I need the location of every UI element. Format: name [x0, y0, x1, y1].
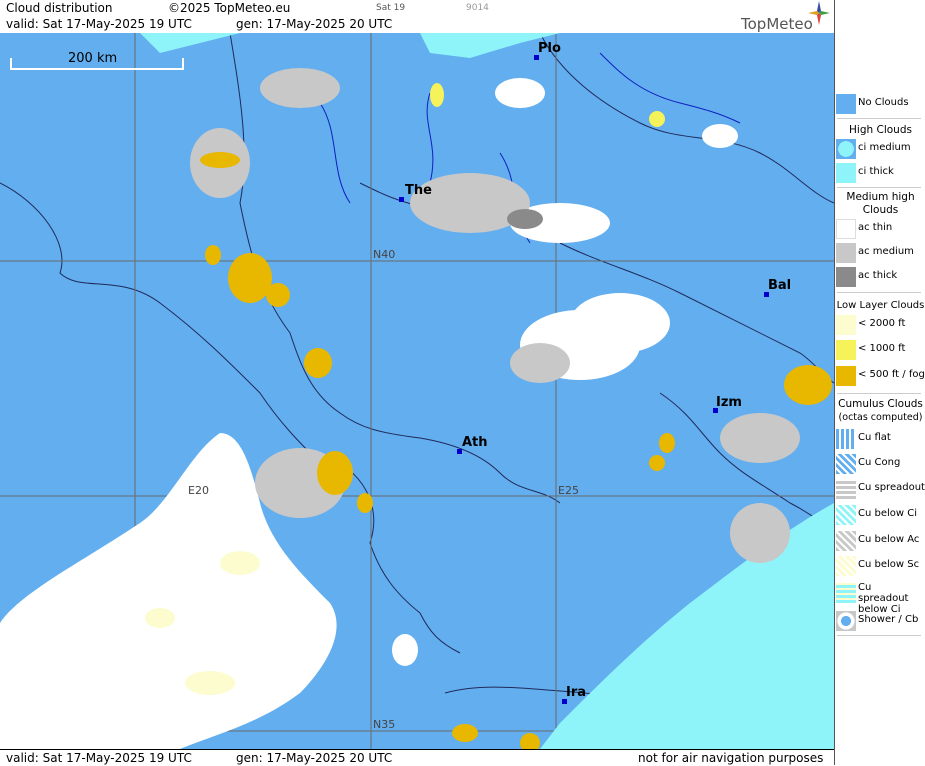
legend-cu-below-ci-label: Cu below Ci [858, 508, 918, 519]
legend-cumulus-heading: Cumulus Clouds [838, 398, 923, 410]
legend-divider [837, 393, 921, 394]
legend-medium-high-heading: Medium high Clouds [846, 191, 915, 216]
swatch-cu-spreadout-below-ci [836, 583, 856, 603]
grid-label-n35: N35 [373, 718, 396, 731]
legend-cu-below-ac: Cu below Ac [835, 530, 925, 552]
swatch-shower-cb [836, 611, 856, 631]
swatch-ci-medium [836, 139, 856, 159]
legend-cu-below-sc: Cu below Sc [835, 555, 925, 577]
grid-label-e25: E25 [558, 484, 579, 497]
legend-cu-spreadout: Cu spreadout [835, 478, 925, 500]
valid-time: valid: Sat 17-May-2025 19 UTC [6, 17, 192, 31]
swatch-cu-below-ci [836, 505, 856, 525]
grid-label-e20: E20 [188, 484, 209, 497]
legend-lt2000: < 2000 ft [835, 314, 925, 336]
city-label-plo: Plo [538, 41, 561, 56]
legend-cu-spreadout-label: Cu spreadout [858, 482, 925, 493]
legend-shower-cb: Shower / Cb [835, 610, 925, 632]
copyright: ©2025 TopMeteo.eu [168, 1, 291, 15]
legend-divider [837, 635, 921, 636]
footer-disclaimer: not for air navigation purposes [638, 751, 824, 765]
city-label-izm: Izm [716, 395, 742, 410]
map-title: Cloud distribution [6, 1, 113, 15]
legend-cu-cong: Cu Cong [835, 453, 925, 475]
legend-no-clouds: No Clouds [835, 93, 925, 115]
brand-logo-text: TopMeteo [741, 15, 813, 33]
swatch-cu-spreadout [836, 479, 856, 499]
legend-shower-cb-label: Shower / Cb [858, 614, 919, 625]
city-label-ath: Ath [462, 435, 488, 450]
legend-cu-spreadout-below-ci: Cu spreadout below Ci [835, 582, 925, 615]
legend-cu-flat: Cu flat [835, 428, 925, 450]
map-canvas [0, 33, 834, 749]
swatch-ac-medium [836, 243, 856, 263]
legend-lt500: < 500 ft / fog [835, 365, 925, 387]
swatch-lt500 [836, 366, 856, 386]
legend-panel: No Clouds High Clouds ci medium ci thick… [834, 0, 925, 765]
city-label-bal: Bal [768, 278, 792, 293]
city-label-the: The [405, 183, 432, 198]
legend-ci-medium-label: ci medium [858, 142, 911, 153]
swatch-cu-flat [836, 429, 856, 449]
footer-bar: valid: Sat 17-May-2025 19 UTC gen: 17-Ma… [0, 749, 834, 766]
legend-lt1000-label: < 1000 ft [858, 343, 906, 354]
legend-octas-note: (octas computed) [838, 412, 923, 423]
legend-ac-medium-label: ac medium [858, 246, 914, 257]
swatch-ac-thick [836, 267, 856, 287]
swatch-ac-thin [836, 219, 856, 239]
legend-lt2000-label: < 2000 ft [858, 318, 906, 329]
legend-lt500-label: < 500 ft / fog [858, 369, 925, 380]
legend-ac-thin-label: ac thin [858, 222, 893, 233]
legend-cu-below-sc-label: Cu below Sc [858, 559, 920, 570]
swatch-lt1000 [836, 340, 856, 360]
legend-high-clouds-heading: High Clouds [849, 124, 912, 136]
scale-label: 200 km [68, 51, 118, 66]
legend-cu-below-ac-label: Cu below Ac [858, 534, 920, 545]
legend-cu-cong-label: Cu Cong [858, 457, 901, 468]
legend-lt1000: < 1000 ft [835, 339, 925, 361]
day-tab[interactable]: Sat 19 [376, 3, 405, 13]
legend-cu-flat-label: Cu flat [858, 432, 891, 443]
city-marker-the[interactable] [399, 197, 404, 202]
generated-time: gen: 17-May-2025 20 UTC [236, 17, 393, 31]
legend-ci-thick: ci thick [835, 162, 925, 184]
legend-ci-medium: ci medium [835, 138, 925, 160]
legend-divider [837, 118, 921, 119]
swatch-no-clouds [836, 94, 856, 114]
swatch-cu-cong [836, 454, 856, 474]
legend-ac-medium: ac medium [835, 242, 925, 264]
grid-label-n40: N40 [373, 248, 396, 261]
header-bar: Cloud distribution ©2025 TopMeteo.eu Sat… [0, 0, 834, 33]
legend-ac-thin: ac thin [835, 218, 925, 240]
footer-valid-time: valid: Sat 17-May-2025 19 UTC [6, 751, 192, 765]
legend-ci-thick-label: ci thick [858, 166, 894, 177]
swatch-lt2000 [836, 315, 856, 335]
swatch-cu-below-sc [836, 556, 856, 576]
swatch-ci-thick [836, 163, 856, 183]
legend-ac-thick: ac thick [835, 266, 925, 288]
legend-ac-thick-label: ac thick [858, 270, 898, 281]
legend-cu-below-ci: Cu below Ci [835, 504, 925, 526]
cloud-map[interactable]: 200 km N40 N35 E20 E25 Plo The Bal Izm A… [0, 33, 834, 749]
legend-divider [837, 292, 921, 293]
run-code: 9014 [466, 3, 489, 13]
city-label-ira: Ira [566, 685, 587, 700]
footer-generated-time: gen: 17-May-2025 20 UTC [236, 751, 393, 765]
legend-no-clouds-label: No Clouds [858, 97, 909, 108]
legend-divider [837, 187, 921, 188]
legend-low-layer-heading: Low Layer Clouds [836, 300, 925, 311]
swatch-cu-below-ac [836, 531, 856, 551]
compass-logo-icon [808, 1, 830, 25]
